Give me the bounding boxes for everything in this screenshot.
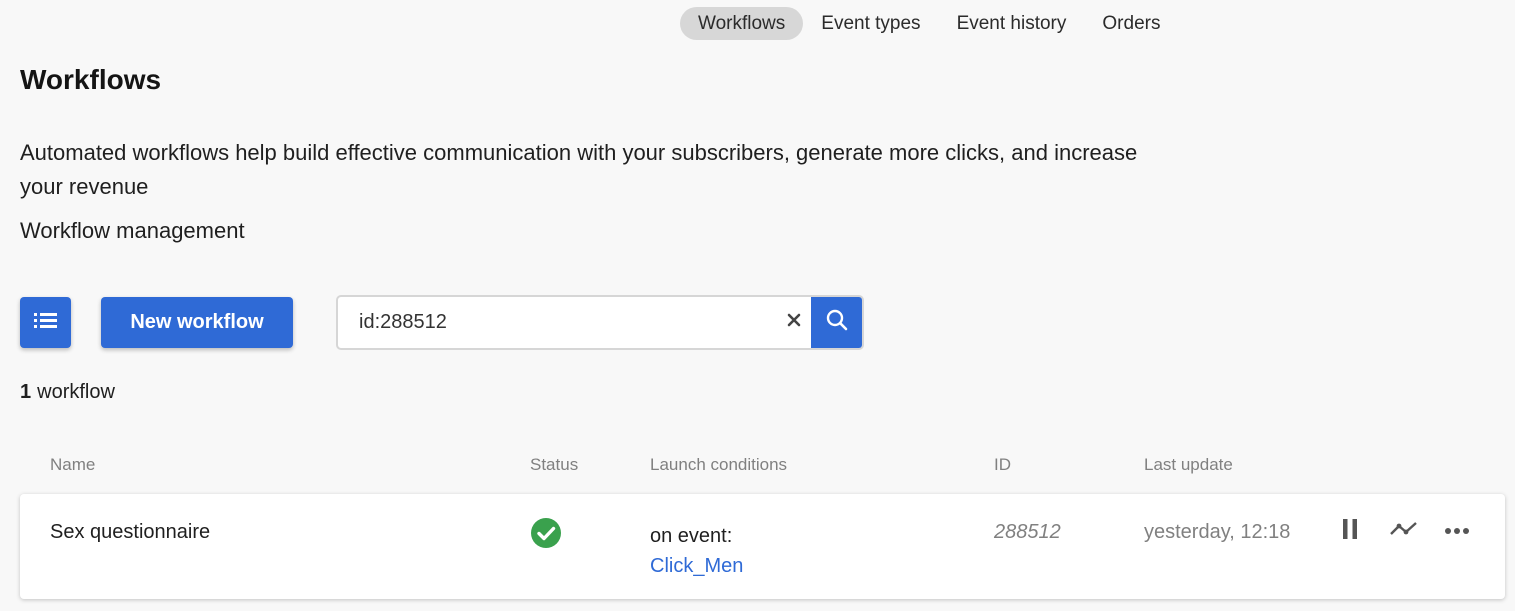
event-link[interactable]: Click_Men	[650, 551, 743, 581]
pause-button[interactable]	[1335, 518, 1365, 544]
count-number: 1	[20, 381, 32, 403]
column-header-launch-conditions: Launch conditions	[650, 455, 788, 474]
table-row[interactable]: Sex questionnaire on event: Click_Men 28…	[20, 494, 1505, 599]
search-box	[336, 295, 864, 350]
tab-orders[interactable]: Orders	[1084, 7, 1178, 40]
column-header-id: ID	[994, 455, 1011, 474]
search-icon	[825, 308, 849, 337]
pause-icon	[1342, 518, 1358, 545]
statistics-button[interactable]	[1389, 518, 1419, 544]
count-unit: workflow	[37, 381, 115, 403]
column-header-status: Status	[530, 455, 579, 474]
clear-search-button[interactable]	[777, 297, 811, 348]
close-icon	[787, 313, 801, 332]
list-view-button[interactable]	[20, 297, 71, 348]
column-header-last-update: Last update	[1144, 455, 1233, 474]
tab-event-history[interactable]: Event history	[939, 7, 1085, 40]
launch-conditions: on event: Click_Men	[650, 521, 743, 581]
tab-workflows[interactable]: Workflows	[680, 7, 804, 40]
list-icon	[33, 310, 59, 335]
top-nav: Workflows Event types Event history Orde…	[680, 7, 1178, 40]
page-description: Automated workflows help build effective…	[20, 140, 1138, 199]
condition-label: on event:	[650, 525, 733, 547]
more-button[interactable]	[1442, 518, 1472, 544]
check-circle-icon	[530, 518, 562, 554]
page-title: Workflows	[20, 64, 162, 95]
tab-event-types[interactable]: Event types	[803, 7, 938, 40]
new-workflow-button[interactable]: New workflow	[101, 297, 293, 348]
column-header-name: Name	[50, 455, 96, 474]
search-input[interactable]	[338, 297, 777, 348]
more-icon	[1444, 522, 1470, 540]
status-cell	[530, 517, 562, 555]
last-update: yesterday, 12:18	[1144, 521, 1291, 543]
workflow-id: 288512	[994, 521, 1061, 543]
search-button[interactable]	[811, 297, 862, 348]
stats-icon	[1389, 520, 1419, 543]
workflow-name[interactable]: Sex questionnaire	[50, 521, 210, 544]
workflow-count: 1 workflow	[20, 381, 115, 404]
section-subtitle: Workflow management	[20, 218, 245, 243]
